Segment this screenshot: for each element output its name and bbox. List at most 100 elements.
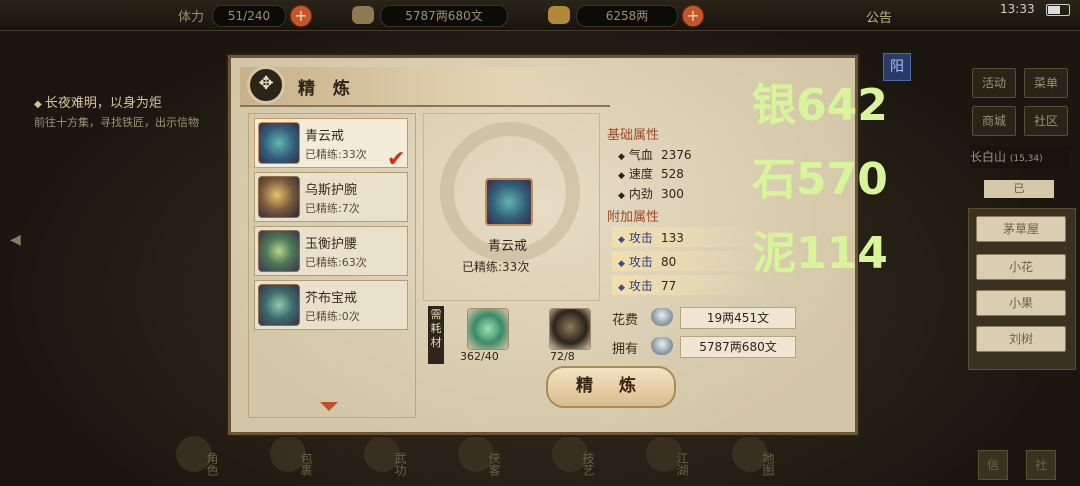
location-name: 长白山: [970, 150, 1007, 164]
silver-ingot-icon: [651, 337, 673, 355]
clock: 13:33: [1000, 2, 1035, 16]
dock-map-button[interactable]: 地图: [726, 432, 786, 484]
quest-description: 前往十方集，寻找铁匠，出示信物: [34, 116, 199, 129]
attr-name: 速度: [628, 167, 653, 181]
dock-label: 包裹: [299, 452, 313, 476]
dock-hero-button[interactable]: 侠客: [452, 432, 512, 484]
battery-icon: [1046, 4, 1070, 16]
equipment-item[interactable]: 乌斯护腕 已精练:7次: [254, 172, 408, 222]
jade-ring-icon: [485, 178, 533, 226]
attr-name: 攻击: [628, 255, 653, 269]
bracer-icon: [258, 176, 300, 218]
silver-icon: [352, 6, 374, 24]
npc-item[interactable]: 茅草屋: [976, 216, 1066, 242]
npc-tab[interactable]: 已: [984, 180, 1054, 198]
silver-value: 5787两680文: [380, 5, 508, 27]
overlay-stone: 石570: [752, 154, 888, 205]
base-attr-row: 速度 528: [618, 165, 684, 182]
stamina-value: 51/240: [212, 5, 286, 27]
pot-icon[interactable]: [549, 308, 591, 350]
scroll-down-icon[interactable]: [320, 402, 338, 411]
dock-role-button[interactable]: 角色: [170, 432, 230, 484]
bonus-attr-row: 攻击 77: [618, 277, 676, 294]
equipment-item[interactable]: 玉衡护腰 已精练:63次: [254, 226, 408, 276]
stamina-label: 体力: [178, 10, 205, 25]
jade-icon[interactable]: [467, 308, 509, 350]
cost-value: 19两451文: [680, 307, 796, 329]
cost-label: 花费: [612, 313, 639, 328]
item-name: 玉衡护腰: [305, 237, 358, 252]
equipment-item[interactable]: 青云戒 已精练:33次: [254, 118, 408, 168]
attr-value: 77: [660, 279, 677, 293]
dialog-title-bar: [240, 67, 610, 107]
attr-value: 133: [660, 231, 684, 245]
refine-button[interactable]: 精 炼: [546, 366, 676, 408]
attr-name: 气血: [628, 148, 653, 162]
community-button[interactable]: 社区: [1024, 106, 1068, 136]
dock-label: 角色: [205, 452, 219, 476]
quest-title: 长夜难明，以身为炬: [34, 92, 224, 111]
overlay-mud: 泥114: [752, 228, 888, 279]
item-name: 青云戒: [305, 129, 345, 144]
yang-badge[interactable]: 阳: [883, 53, 911, 81]
close-emblem-icon[interactable]: ✥: [247, 66, 285, 104]
belt-icon: [258, 230, 300, 272]
base-attr-row: 内劲 300: [618, 185, 684, 202]
ring-icon: [258, 284, 300, 326]
selected-item-name: 青云戒: [488, 239, 528, 254]
quest-tracker[interactable]: 长夜难明，以身为炬 前往十方集，寻找铁匠，出示信物: [34, 92, 224, 131]
collapse-left-icon[interactable]: ◀: [10, 232, 21, 248]
activity-button[interactable]: 活动: [972, 68, 1016, 98]
mail-button[interactable]: 信: [978, 450, 1008, 480]
silver-ingot-icon: [651, 308, 673, 326]
bonus-attr-row: 攻击 133: [618, 229, 684, 246]
gold-value: 6258两: [576, 5, 678, 27]
add-stamina-button[interactable]: +: [290, 5, 312, 27]
base-attr-title: 基础属性: [607, 128, 660, 143]
material-qty: 72/8: [550, 350, 575, 363]
item-refine-count: 已精练:63次: [305, 256, 367, 269]
attr-name: 内劲: [628, 187, 653, 201]
dock-bag-button[interactable]: 包裹: [264, 432, 324, 484]
location-coords: (15,34): [1009, 154, 1043, 164]
dock-label: 武功: [393, 452, 407, 476]
equipment-item[interactable]: 芥布宝戒 已精练:0次: [254, 280, 408, 330]
attr-name: 攻击: [628, 279, 653, 293]
menu-button[interactable]: 菜单: [1024, 68, 1068, 98]
gold-ingot-icon: [548, 6, 570, 24]
dock-label: 江湖: [675, 452, 689, 476]
selected-item-refine: 已精练:33次: [462, 260, 530, 274]
dock-label: 侠客: [487, 452, 501, 476]
npc-item[interactable]: 小果: [976, 290, 1066, 316]
item-name: 芥布宝戒: [305, 291, 358, 306]
attr-value: 528: [660, 167, 684, 181]
jade-ring-icon: [258, 122, 300, 164]
overlay-silver: 银642: [752, 80, 888, 131]
notice-button[interactable]: 公告: [866, 7, 892, 26]
add-gold-button[interactable]: +: [682, 5, 704, 27]
npc-item[interactable]: 刘树: [976, 326, 1066, 352]
own-value: 5787两680文: [680, 336, 796, 358]
attr-value: 2376: [660, 148, 692, 162]
item-name: 乌斯护腕: [305, 183, 358, 198]
dock-craft-button[interactable]: 技艺: [546, 432, 606, 484]
bonus-attr-row: 攻击 80: [618, 253, 676, 270]
materials-label: 需耗材: [428, 306, 444, 364]
npc-item[interactable]: 小花: [976, 254, 1066, 280]
bottom-dock: 角色 包裹 武功 侠客 技艺 江湖 地图: [170, 432, 810, 486]
shop-button[interactable]: 商城: [972, 106, 1016, 136]
dock-label: 技艺: [581, 452, 595, 476]
location-display[interactable]: 长白山 (15,34): [970, 146, 1070, 168]
item-refine-count: 已精练:7次: [305, 202, 360, 215]
dock-skill-button[interactable]: 武功: [358, 432, 418, 484]
material-qty: 362/40: [460, 350, 499, 363]
attr-name: 攻击: [628, 231, 653, 245]
base-attr-row: 气血 2376: [618, 146, 692, 163]
bonus-attr-title: 附加属性: [607, 210, 660, 225]
social-button[interactable]: 社: [1026, 450, 1056, 480]
attr-value: 300: [660, 187, 684, 201]
dock-label: 地图: [761, 452, 775, 476]
own-label: 拥有: [612, 342, 639, 357]
dock-jianghu-button[interactable]: 江湖: [640, 432, 700, 484]
item-refine-count: 已精练:0次: [305, 310, 360, 323]
